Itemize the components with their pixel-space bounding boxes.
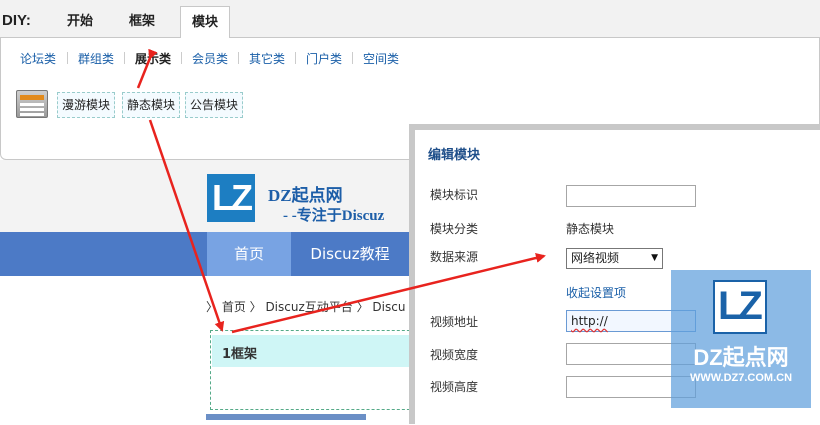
arrow-to-display-category <box>136 48 158 89</box>
arrow-frame-to-source <box>231 253 546 334</box>
arrow-module-to-frame <box>148 119 225 332</box>
annotation-arrows <box>136 48 546 334</box>
